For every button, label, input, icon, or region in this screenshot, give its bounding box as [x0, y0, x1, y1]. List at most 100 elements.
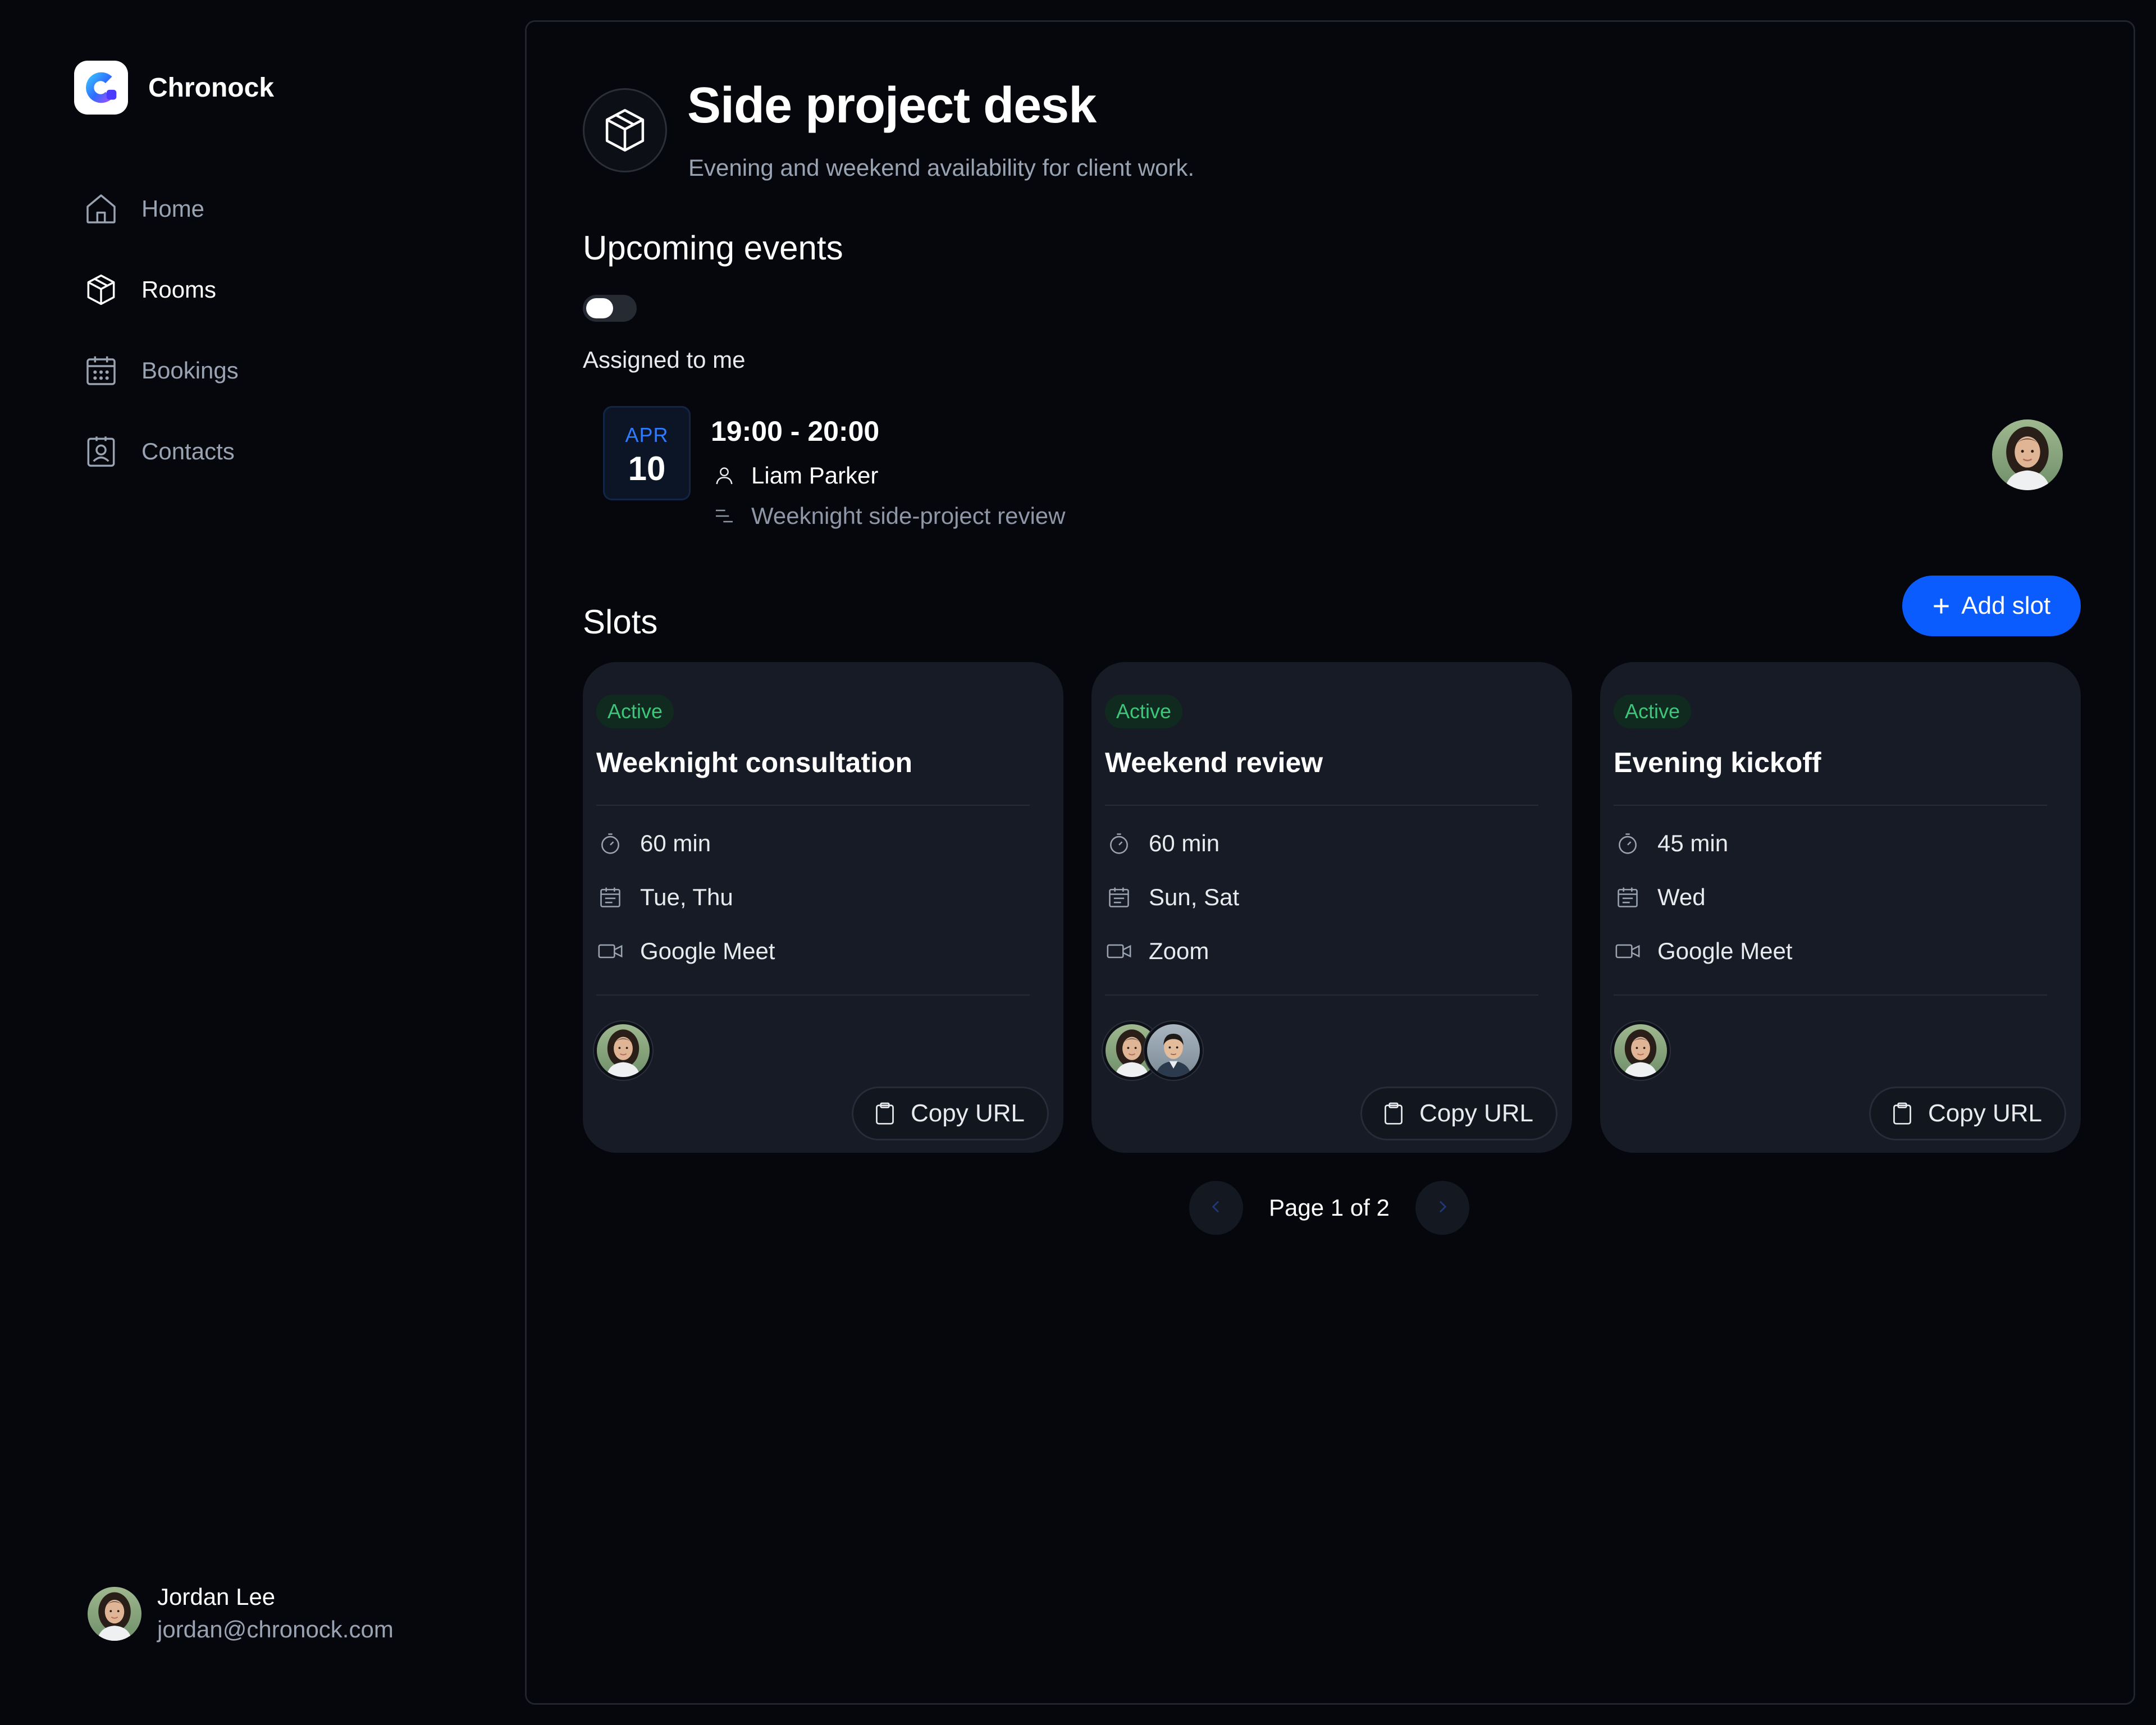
home-icon	[81, 189, 121, 229]
copy-url-label: Copy URL	[1928, 1099, 2042, 1127]
host-avatars	[1611, 1021, 1670, 1080]
copy-url-button[interactable]: Copy URL	[1869, 1087, 2066, 1140]
copy-url-button[interactable]: Copy URL	[1360, 1087, 1557, 1140]
slots-heading: Slots	[583, 603, 658, 641]
video-camera-icon	[1614, 937, 1642, 965]
slot-duration-text: 60 min	[1149, 830, 1220, 856]
slot-location-text: Google Meet	[640, 938, 775, 964]
user-email: jordan@chronock.com	[157, 1616, 394, 1642]
toggle-knob	[586, 298, 613, 318]
slot-days: Wed	[1614, 883, 1706, 911]
slot-duration: 60 min	[1105, 829, 1219, 857]
sidebar-item-label: Rooms	[141, 276, 217, 303]
toggle-label: Assigned to me	[583, 346, 746, 373]
event-date-badge: APR 10	[603, 406, 691, 500]
slot-card[interactable]: Active Evening kickoff 45 min Wed Google…	[1600, 662, 2081, 1153]
event-host-avatar[interactable]	[1992, 419, 2063, 490]
user-icon	[711, 462, 738, 489]
clipboard-icon	[871, 1100, 898, 1127]
stopwatch-icon	[596, 829, 624, 857]
slot-location: Zoom	[1105, 937, 1209, 965]
assigned-to-me-toggle[interactable]	[583, 295, 637, 322]
divider	[1105, 994, 1538, 996]
slot-duration: 45 min	[1614, 829, 1728, 857]
chevron-left-icon	[1207, 1198, 1225, 1219]
previous-page-button[interactable]	[1189, 1181, 1243, 1235]
avatar	[88, 1587, 141, 1641]
calendar-icon	[1614, 883, 1642, 911]
slot-days: Tue, Thu	[596, 883, 733, 911]
copy-url-label: Copy URL	[911, 1099, 1025, 1127]
clipboard-icon	[1380, 1100, 1407, 1127]
slot-duration-text: 45 min	[1657, 830, 1729, 856]
event-month: APR	[625, 423, 669, 446]
slot-title: Weekend review	[1105, 747, 1323, 778]
slot-days-text: Wed	[1657, 884, 1706, 910]
avatar[interactable]	[1611, 1021, 1670, 1080]
divider	[596, 805, 1030, 806]
sidebar-item-contacts[interactable]: Contacts	[81, 428, 239, 475]
app-name: Chronock	[148, 72, 275, 103]
clipboard-icon	[1889, 1100, 1916, 1127]
slot-location: Google Meet	[596, 937, 775, 965]
sidebar-item-label: Contacts	[141, 438, 235, 464]
contact-card-icon	[81, 431, 121, 472]
slot-location: Google Meet	[1614, 937, 1792, 965]
divider	[596, 994, 1030, 996]
page-subtitle: Evening and weekend availability for cli…	[688, 154, 1195, 181]
slot-card[interactable]: Active Weeknight consultation 60 min Tue…	[583, 662, 1063, 1153]
slot-days-text: Tue, Thu	[640, 884, 733, 910]
slot-title: Evening kickoff	[1614, 747, 1821, 778]
user-profile[interactable]: Jordan Lee jordan@chronock.com	[88, 1581, 394, 1646]
event-attendee: Liam Parker	[711, 462, 878, 489]
chevron-right-icon	[1433, 1198, 1451, 1219]
slot-days-text: Sun, Sat	[1149, 884, 1240, 910]
add-slot-button[interactable]: + Add slot	[1902, 576, 2081, 636]
upcoming-events-heading: Upcoming events	[583, 229, 843, 267]
room-cube-icon	[583, 88, 667, 172]
sidebar-item-home[interactable]: Home	[81, 185, 239, 232]
sidebar-item-label: Home	[141, 195, 205, 222]
next-page-button[interactable]	[1415, 1181, 1469, 1235]
slot-duration: 60 min	[596, 829, 711, 857]
calendar-icon	[81, 350, 121, 391]
slot-location-text: Zoom	[1149, 938, 1209, 964]
chronock-logo-icon	[74, 61, 128, 115]
divider	[1614, 994, 2047, 996]
cube-icon	[81, 270, 121, 310]
copy-url-label: Copy URL	[1419, 1099, 1533, 1127]
slot-title: Weeknight consultation	[596, 747, 912, 778]
slot-card[interactable]: Active Weekend review 60 min Sun, Sat Zo…	[1091, 662, 1572, 1153]
calendar-icon	[596, 883, 624, 911]
event-description-text: Weeknight side-project review	[751, 503, 1066, 529]
slot-cards: Active Weeknight consultation 60 min Tue…	[583, 662, 2081, 1153]
avatar[interactable]	[1144, 1021, 1203, 1080]
avatar[interactable]	[594, 1021, 652, 1080]
user-name: Jordan Lee	[157, 1583, 276, 1610]
main-panel: Side project desk Evening and weekend av…	[525, 20, 2135, 1705]
calendar-icon	[1105, 883, 1133, 911]
status-badge: Active	[1614, 695, 1692, 728]
add-slot-label: Add slot	[1961, 592, 2051, 619]
text-lines-icon	[711, 503, 738, 530]
event-description: Weeknight side-project review	[711, 503, 1065, 530]
user-info: Jordan Lee jordan@chronock.com	[157, 1581, 394, 1646]
sidebar-item-bookings[interactable]: Bookings	[81, 347, 239, 394]
pagination: Page 1 of 2	[1189, 1181, 1469, 1235]
event-time: 19:00 - 20:00	[711, 416, 880, 447]
page-indicator: Page 1 of 2	[1269, 1194, 1390, 1221]
brand[interactable]: Chronock	[74, 61, 274, 115]
slot-duration-text: 60 min	[640, 830, 711, 856]
copy-url-button[interactable]: Copy URL	[852, 1087, 1049, 1140]
video-camera-icon	[1105, 937, 1133, 965]
host-avatars	[1103, 1021, 1203, 1080]
page-title: Side project desk	[687, 77, 1097, 134]
event-person-name: Liam Parker	[751, 462, 879, 489]
stopwatch-icon	[1614, 829, 1642, 857]
sidebar-item-rooms[interactable]: Rooms	[81, 266, 239, 313]
stopwatch-icon	[1105, 829, 1133, 857]
slot-days: Sun, Sat	[1105, 883, 1239, 911]
app-root: Chronock Home Rooms Bookings Contacts Jo…	[0, 0, 2156, 1725]
sidebar-nav: Home Rooms Bookings Contacts	[81, 185, 239, 509]
divider	[1614, 805, 2047, 806]
